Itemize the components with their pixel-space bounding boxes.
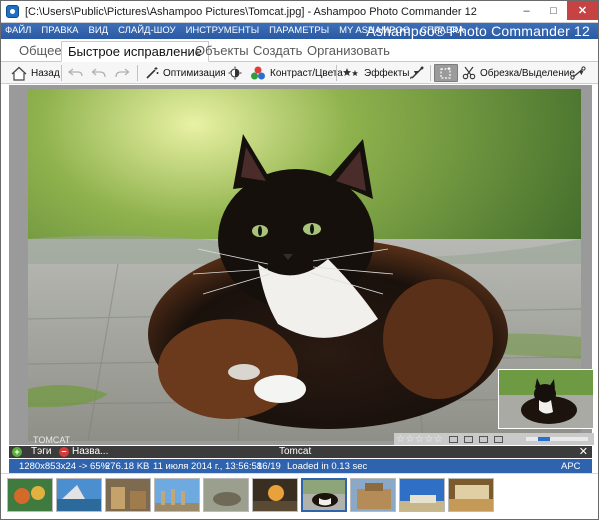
rating-strip: ☆☆☆☆☆ xyxy=(394,433,594,445)
fit-icon[interactable] xyxy=(449,435,459,443)
scissors-icon xyxy=(462,66,476,80)
crop-selection-icon xyxy=(440,67,451,79)
fullscreen-icon[interactable] xyxy=(479,435,489,443)
effects-label: Эффекты xyxy=(364,67,410,79)
tab-organize[interactable]: Организовать xyxy=(301,41,396,62)
brightness-icon xyxy=(228,66,242,80)
thumbnail[interactable] xyxy=(154,478,200,512)
actual-size-icon[interactable] xyxy=(464,435,474,443)
undo-icon xyxy=(91,68,106,78)
thumbnail[interactable] xyxy=(399,478,445,512)
effects-button[interactable]: Эффекты ▼ xyxy=(342,64,419,82)
window-title: [C:\Users\Public\Pictures\Ashampoo Pictu… xyxy=(25,6,477,18)
home-icon xyxy=(11,66,27,81)
menu-tools[interactable]: ИНСТРУМЕНТЫ xyxy=(186,25,260,36)
color-dots-icon xyxy=(251,66,265,80)
file-date: 11 июля 2014 г., 13:56:58 xyxy=(153,461,263,472)
menu-view[interactable]: ВИД xyxy=(89,25,109,36)
toolbar: Назад Оптимизация ▼ xyxy=(1,62,598,84)
menu-slideshow[interactable]: СЛАЙД-ШОУ xyxy=(118,25,175,36)
thumbnail-strip xyxy=(1,473,598,519)
file-size: 276.18 KB xyxy=(105,461,150,472)
thumbnail[interactable] xyxy=(105,478,151,512)
crop-label: Обрезка/Выделение xyxy=(480,67,575,79)
toolbar-divider xyxy=(61,65,62,81)
brush-icon xyxy=(410,66,424,80)
contrast-colors-button[interactable]: Контраст/Цвета xyxy=(250,64,343,82)
filmstrip-title: Tomcat xyxy=(279,446,312,457)
brush-button[interactable] xyxy=(409,64,425,82)
menu-bar: ФАЙЛ ПРАВКА ВИД СЛАЙД-ШОУ ИНСТРУМЕНТЫ ПА… xyxy=(1,23,598,39)
stars-icon xyxy=(343,68,358,76)
crop-selection-button[interactable] xyxy=(434,64,458,82)
app-window: [C:\Users\Public\Pictures\Ashampoo Pictu… xyxy=(0,0,599,520)
thumbnail[interactable] xyxy=(350,478,396,512)
tab-objects[interactable]: Объекты xyxy=(189,41,255,62)
tab-quick-fix[interactable]: Быстрое исправление xyxy=(61,41,209,62)
filmstrip-close-button[interactable]: ✕ xyxy=(579,445,588,458)
crop-menu-button[interactable]: Обрезка/Выделение ▼ xyxy=(462,64,585,82)
image-name-label: TOMCAT xyxy=(33,435,71,445)
back-label: Назад xyxy=(31,67,60,79)
tab-create[interactable]: Создать xyxy=(247,41,308,62)
optimize-label: Оптимизация xyxy=(163,67,226,79)
brightness-button[interactable] xyxy=(228,64,242,82)
add-tag-button[interactable]: + xyxy=(12,447,22,457)
menu-edit[interactable]: ПРАВКА xyxy=(41,25,78,36)
remove-button[interactable]: – xyxy=(59,447,69,457)
image-dimensions: 1280x853x24 -> 65% xyxy=(19,461,110,472)
redo-icon xyxy=(115,68,130,78)
undo-button[interactable] xyxy=(91,64,107,82)
thumbnail[interactable] xyxy=(56,478,102,512)
magic-wand-icon xyxy=(146,67,159,79)
monitor-icon[interactable] xyxy=(494,435,504,443)
thumbnail[interactable] xyxy=(448,478,494,512)
status-bar: 1280x853x24 -> 65% 276.18 KB 11 июля 201… xyxy=(9,459,592,473)
straighten-icon xyxy=(570,66,586,80)
undo-all-icon xyxy=(67,68,83,77)
mode-indicator: APC xyxy=(561,461,581,472)
close-button[interactable]: ✕ xyxy=(567,1,598,20)
straighten-button[interactable] xyxy=(570,64,586,82)
load-time: Loaded in 0.13 sec xyxy=(287,461,368,472)
thumbnail[interactable] xyxy=(203,478,249,512)
title-bar: [C:\Users\Public\Pictures\Ashampoo Pictu… xyxy=(1,1,598,23)
optimize-button[interactable]: Оптимизация ▼ xyxy=(145,64,236,82)
brand-logo: Ashampoo® Photo Commander 12 xyxy=(366,23,590,39)
ribbon-tabs: Общее Быстрое исправление Объекты Создат… xyxy=(1,39,598,62)
minimize-button[interactable]: – xyxy=(513,1,540,20)
name-label[interactable]: Назва... xyxy=(72,446,108,457)
menu-file[interactable]: ФАЙЛ xyxy=(5,25,31,36)
image-index: 16/19 xyxy=(257,461,281,472)
rating-stars[interactable]: ☆☆☆☆☆ xyxy=(396,434,443,445)
contrast-label: Контраст/Цвета xyxy=(270,67,343,79)
thumbnail[interactable] xyxy=(252,478,298,512)
tags-label[interactable]: Тэги xyxy=(31,446,51,457)
maximize-button[interactable]: □ xyxy=(540,1,567,20)
zoom-slider[interactable] xyxy=(526,437,588,441)
tab-general[interactable]: Общее xyxy=(13,41,68,62)
app-icon[interactable] xyxy=(6,5,19,18)
menu-settings[interactable]: ПАРАМЕТРЫ xyxy=(269,25,329,36)
thumbnail-selected[interactable] xyxy=(301,478,347,512)
filmstrip-header: + Тэги – Назва... Tomcat ✕ xyxy=(9,446,592,458)
toolbar-divider xyxy=(336,65,337,81)
zoom-slider-fill xyxy=(538,437,550,441)
back-button[interactable]: Назад xyxy=(11,64,60,82)
toolbar-divider xyxy=(137,65,138,81)
navigator-preview[interactable] xyxy=(498,369,594,429)
redo-button[interactable] xyxy=(114,64,130,82)
undo-all-button[interactable] xyxy=(67,64,85,82)
toolbar-divider xyxy=(430,65,431,81)
thumbnail[interactable] xyxy=(7,478,53,512)
